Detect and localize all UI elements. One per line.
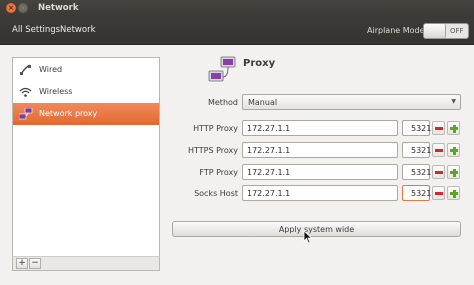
socks-port-decrease-button[interactable]	[432, 186, 445, 200]
minimize-button[interactable]	[18, 3, 28, 13]
port-value: 5321	[411, 146, 432, 155]
sidebar-item-wired[interactable]: Wired	[13, 59, 159, 81]
ftp-proxy-port-field[interactable]: 5321	[402, 164, 432, 180]
method-label: Method	[207, 98, 238, 107]
apply-system-wide-button[interactable]: Apply system wide	[172, 221, 461, 237]
ftp-port-increase-button[interactable]	[447, 165, 460, 179]
ftp-proxy-host-field[interactable]: 172.27.1.1	[242, 164, 398, 180]
sidebar-item-network-proxy[interactable]: Network proxy	[13, 103, 159, 125]
title-bar: × Network	[0, 0, 474, 18]
toolbar: All Settings Network Airplane Mode OFF	[0, 18, 474, 45]
airplane-mode-label: Airplane Mode	[367, 26, 425, 35]
http-proxy-host-field[interactable]: 172.27.1.1	[242, 120, 398, 136]
sidebar-item-label: Network proxy	[39, 109, 98, 118]
apply-button-label: Apply system wide	[278, 225, 355, 234]
connection-list-toolbar: + −	[12, 256, 160, 271]
network-proxy-icon	[18, 107, 33, 120]
method-dropdown[interactable]: Manual ▼	[242, 94, 461, 110]
https-proxy-port-field[interactable]: 5321	[402, 142, 432, 158]
page-title: Proxy	[243, 58, 276, 69]
network-settings-window: × Network All Settings Network Airplane …	[0, 0, 474, 285]
sidebar-item-label: Wired	[39, 65, 63, 74]
http-proxy-label: HTTP Proxy	[193, 124, 238, 133]
http-port-decrease-button[interactable]	[432, 121, 445, 135]
connection-list: Wired Wireless Network proxy	[12, 57, 160, 271]
host-value: 172.27.1.1	[247, 168, 291, 177]
ftp-proxy-label: FTP Proxy	[199, 168, 238, 177]
http-proxy-port-field[interactable]: 5321	[402, 120, 432, 136]
remove-connection-button[interactable]: −	[29, 258, 41, 269]
https-port-increase-button[interactable]	[447, 143, 460, 157]
host-value: 172.27.1.1	[247, 124, 291, 133]
breadcrumb-network[interactable]: Network	[60, 25, 96, 35]
socks-host-field[interactable]: 172.27.1.1	[242, 185, 398, 201]
add-connection-button[interactable]: +	[16, 258, 28, 269]
method-value: Manual	[248, 98, 278, 107]
https-proxy-host-field[interactable]: 172.27.1.1	[242, 142, 398, 158]
ftp-port-decrease-button[interactable]	[432, 165, 445, 179]
close-button[interactable]: ×	[6, 3, 16, 13]
mouse-pointer-icon	[303, 230, 313, 244]
host-value: 172.27.1.1	[247, 189, 291, 198]
socks-port-field[interactable]: 5321	[402, 185, 432, 201]
toggle-knob	[424, 24, 446, 38]
window-title: Network	[38, 3, 79, 13]
chevron-down-icon: ▼	[451, 98, 456, 105]
host-value: 172.27.1.1	[247, 146, 291, 155]
http-port-increase-button[interactable]	[447, 121, 460, 135]
close-icon: ×	[8, 4, 14, 12]
toggle-state: OFF	[450, 27, 464, 35]
wireless-icon	[19, 86, 32, 98]
port-value: 5321	[411, 124, 432, 133]
https-proxy-label: HTTPS Proxy	[187, 146, 238, 155]
airplane-mode-toggle[interactable]: OFF	[423, 23, 469, 39]
wired-icon	[19, 64, 32, 76]
sidebar-item-label: Wireless	[39, 87, 73, 96]
port-value: 5321	[411, 189, 432, 198]
sidebar-item-wireless[interactable]: Wireless	[13, 81, 159, 103]
https-port-decrease-button[interactable]	[432, 143, 445, 157]
port-value: 5321	[411, 168, 432, 177]
breadcrumb-all-settings[interactable]: All Settings	[12, 25, 60, 35]
socks-port-increase-button[interactable]	[447, 186, 460, 200]
network-proxy-icon	[208, 56, 238, 86]
socks-host-label: Socks Host	[194, 189, 238, 198]
